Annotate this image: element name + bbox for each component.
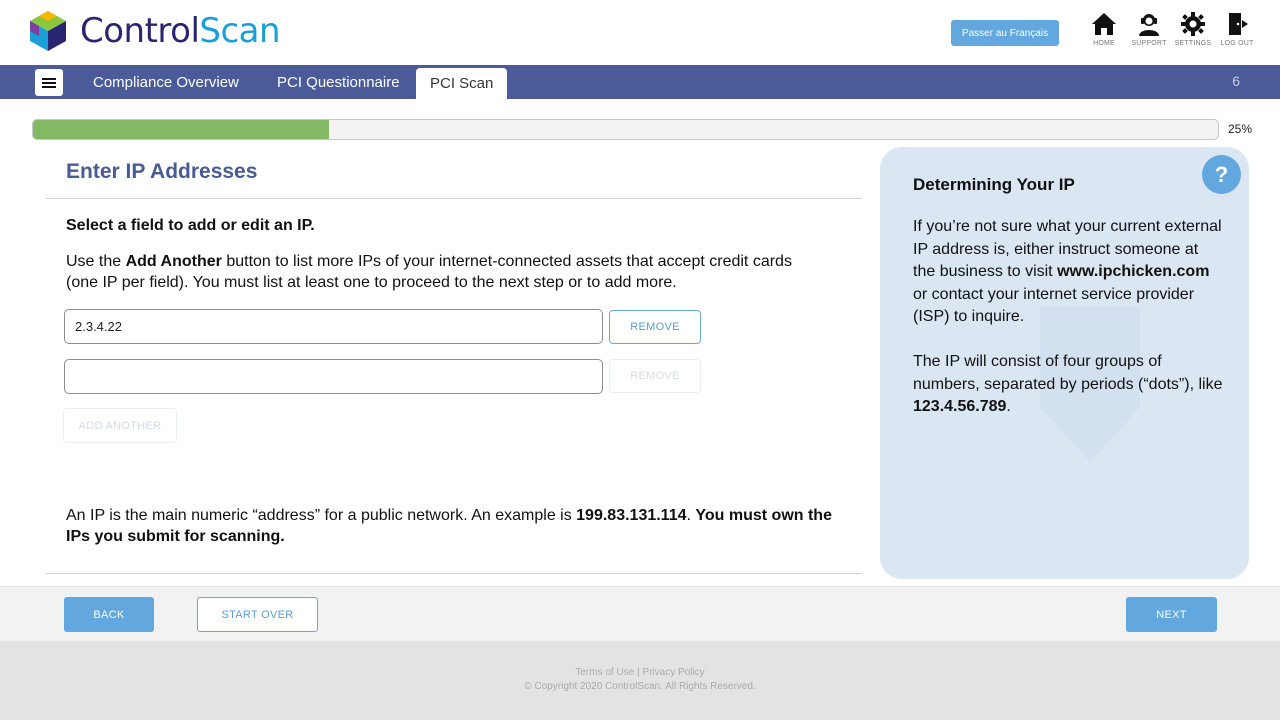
copyright-text: © Copyright 2020 ControlScan. All Rights… xyxy=(524,681,756,692)
start-over-button[interactable]: START OVER xyxy=(197,597,318,632)
instruction-text: Select a field to add or edit an IP. xyxy=(66,217,315,234)
page-title: Enter IP Addresses xyxy=(66,160,258,183)
remove-ip-2-button[interactable]: REMOVE xyxy=(609,359,701,393)
tab-compliance-overview[interactable]: Compliance Overview xyxy=(79,65,253,99)
home-nav[interactable]: HOME xyxy=(1084,12,1124,47)
language-toggle-button[interactable]: Passer au Français xyxy=(951,20,1059,46)
help-button[interactable]: ? xyxy=(1202,155,1241,194)
main-nav-bar: Compliance Overview PCI Questionnaire PC… xyxy=(0,65,1280,99)
tab-pci-questionnaire[interactable]: PCI Questionnaire xyxy=(263,65,414,99)
settings-icon xyxy=(1181,12,1205,36)
content-divider xyxy=(46,573,862,574)
cube-logo-icon xyxy=(30,11,66,51)
support-nav[interactable]: SUPPORT xyxy=(1129,12,1169,47)
tab-pci-scan[interactable]: PCI Scan xyxy=(416,68,508,99)
controlscan-logo[interactable]: ControlScan xyxy=(26,9,281,53)
progress-bar xyxy=(32,119,1219,140)
footer: Terms of Use | Privacy Policy © Copyrigh… xyxy=(0,641,1280,720)
logout-icon xyxy=(1229,13,1248,35)
side-panel-title: Determining Your IP xyxy=(913,175,1075,194)
nav-count: 6 xyxy=(1232,73,1240,89)
hamburger-menu-button[interactable] xyxy=(35,69,63,96)
ip-field-2[interactable] xyxy=(64,359,603,394)
ip-definition-note: An IP is the main numeric “address” for … xyxy=(66,507,832,545)
help-side-panel: ? Determining Your IP If you’re not sure… xyxy=(880,147,1249,579)
side-panel-text: If you’re not sure what your current ext… xyxy=(913,218,1223,415)
settings-nav[interactable]: SETTINGS xyxy=(1173,12,1213,47)
logout-nav[interactable]: LOG OUT xyxy=(1217,12,1257,47)
hamburger-icon xyxy=(42,77,56,88)
home-label: HOME xyxy=(1093,40,1115,47)
back-button[interactable]: BACK xyxy=(64,597,154,632)
next-button[interactable]: NEXT xyxy=(1126,597,1217,632)
action-button-bar: BACK START OVER NEXT xyxy=(0,586,1280,641)
title-divider xyxy=(46,198,862,199)
progress-bar-fill xyxy=(33,120,330,139)
description-text: Use the Add Another button to list more … xyxy=(66,253,792,291)
settings-label: SETTINGS xyxy=(1174,40,1212,47)
privacy-link[interactable]: Privacy Policy xyxy=(642,667,704,678)
add-another-button[interactable]: ADD ANOTHER xyxy=(63,408,177,443)
header: ControlScan Passer au Français HOME SUPP… xyxy=(0,0,1280,65)
support-label: SUPPORT xyxy=(1131,40,1167,47)
home-icon xyxy=(1092,13,1116,35)
support-icon xyxy=(1139,14,1159,36)
progress-percent: 25% xyxy=(1228,122,1253,136)
terms-link[interactable]: Terms of Use xyxy=(575,667,634,678)
ip-field-1[interactable] xyxy=(64,309,603,344)
logout-label: LOG OUT xyxy=(1220,40,1254,47)
brand-name: ControlScan xyxy=(80,11,281,51)
remove-ip-1-button[interactable]: REMOVE xyxy=(609,310,701,344)
